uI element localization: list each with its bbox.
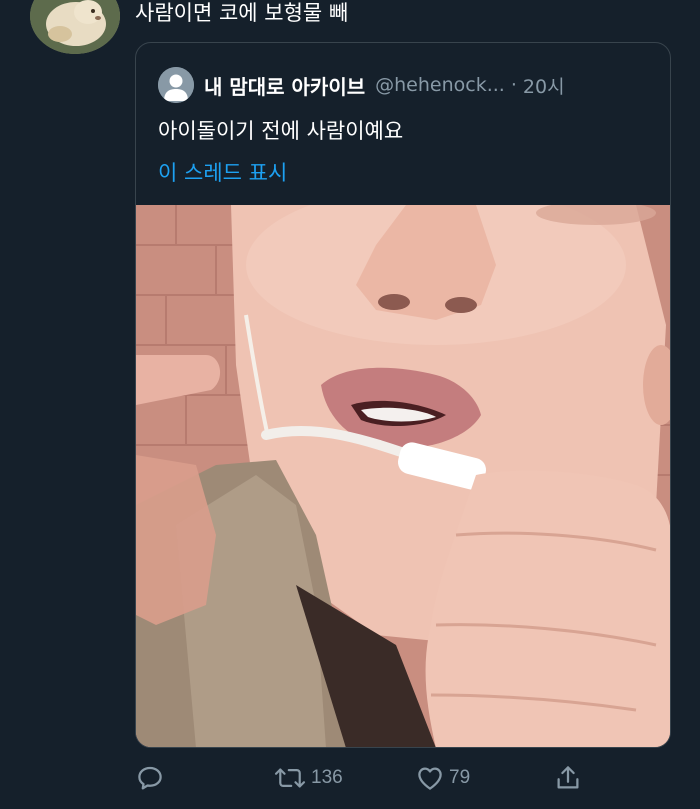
retweet-count: 136 (311, 767, 343, 788)
media-photo (136, 205, 670, 747)
like-button[interactable]: 79 (415, 760, 470, 796)
retweet-icon (274, 768, 306, 788)
person-icon (158, 67, 194, 103)
show-thread-link[interactable]: 이 스레드 표시 (158, 159, 287, 187)
quote-tweet-header: 내 맘대로 아카이브 @hehenock... · 20시 (158, 65, 658, 105)
quote-tweet-text: 아이돌이기 전에 사람이예요 (158, 119, 404, 143)
quote-media-image[interactable] (136, 205, 670, 747)
heart-icon (418, 767, 442, 790)
tweet-author-avatar[interactable] (30, 0, 120, 54)
quote-author-handle[interactable]: @hehenock... (375, 74, 505, 96)
share-button[interactable] (553, 760, 583, 796)
quote-author-name[interactable]: 내 맘대로 아카이브 (204, 71, 365, 100)
reply-icon (138, 766, 162, 790)
share-icon (557, 766, 579, 789)
retweet-button[interactable]: 136 (273, 760, 343, 796)
like-count: 79 (449, 767, 471, 788)
tweet-action-bar: 136 79 (135, 760, 585, 796)
separator-dot: · (510, 74, 517, 96)
default-profile-avatar[interactable] (158, 67, 194, 103)
reply-button[interactable] (135, 760, 165, 796)
tweet-text: 사람이면 코에 보형물 빼 (135, 1, 349, 25)
quote-timestamp[interactable]: 20시 (523, 72, 565, 99)
quote-tweet-card[interactable]: 내 맘대로 아카이브 @hehenock... · 20시 아이돌이기 전에 사… (135, 42, 671, 748)
